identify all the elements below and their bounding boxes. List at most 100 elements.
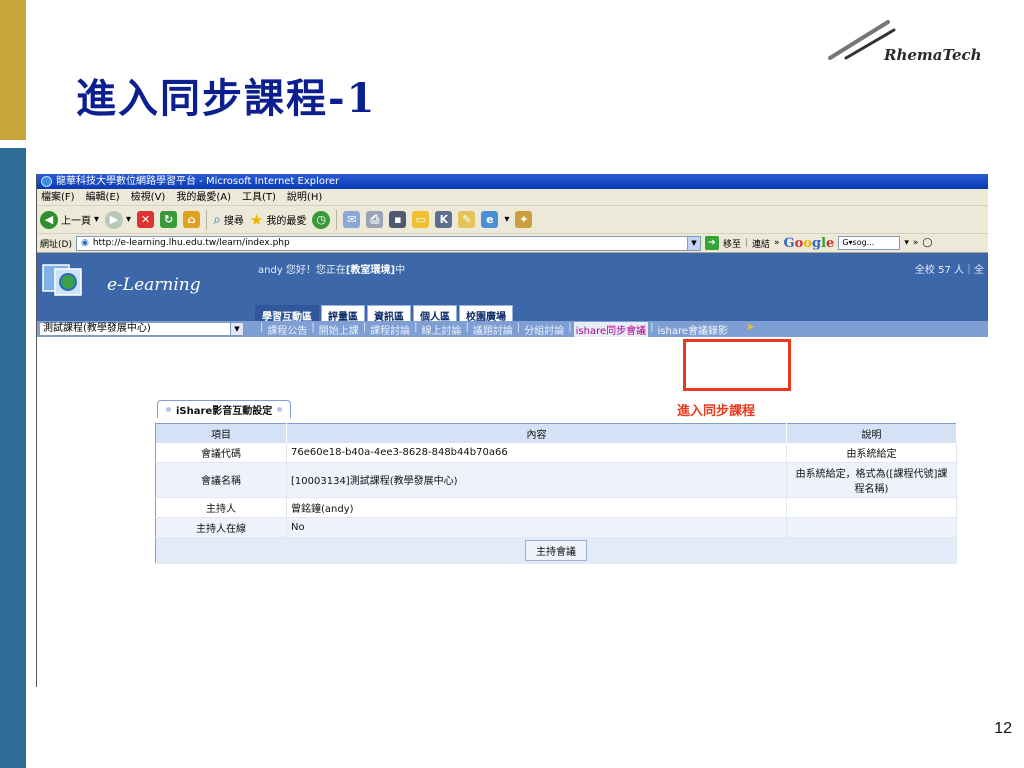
page-number: 12 (994, 720, 1012, 737)
folder-icon[interactable]: ▭ (412, 211, 430, 228)
nav-start-class[interactable]: 開始上課 (317, 322, 361, 337)
dot-icon (166, 407, 171, 412)
site-name: e-Learning (107, 275, 201, 295)
mail-icon[interactable]: ✉ (343, 211, 361, 228)
nav-ishare-sync-meeting[interactable]: ishare同步會議 (573, 321, 649, 337)
row-note: 由系統給定，格式為([課程代號]課程名稱) (786, 462, 957, 498)
table-footer-row: 主持會議 (155, 537, 957, 564)
site-header: e-Learning andy 您好！您正在[教室環境]中 全校 57 人｜全 … (37, 253, 988, 337)
table-row: 主持人 曾銘鐘(andy) (155, 497, 957, 518)
research-icon[interactable]: ✎ (458, 211, 476, 228)
go-arrow-icon[interactable]: ➔ (704, 236, 719, 250)
menu-favorites[interactable]: 我的最愛(A) (176, 189, 231, 205)
stop-icon[interactable]: ✕ (137, 211, 155, 228)
address-label: 網址(D) (40, 239, 72, 250)
forward-button[interactable]: ▶ ▾ (105, 210, 131, 229)
toolbar-separator (336, 209, 338, 230)
menu-view[interactable]: 檢視(V) (131, 189, 166, 205)
panel-tab-label: iShare影音互動設定 (176, 406, 273, 417)
header-content: 內容 (286, 423, 787, 443)
host-button-cell: 主持會議 (155, 537, 957, 564)
page-icon: ◉ (80, 237, 89, 248)
course-subnav: 測試課程(教學發展中心) ▼ | 課程公告 | 開始上課 | 課程討論 | 線上… (37, 321, 988, 337)
slide-accent-bar-top (0, 0, 26, 140)
dot-icon (277, 407, 283, 412)
online-count: 全校 57 人｜全 (914, 265, 984, 276)
row-item: 會議代碼 (155, 442, 287, 463)
print-icon[interactable]: ⎙ (366, 211, 384, 228)
row-item: 主持人 (155, 497, 287, 518)
ie-addon-icon[interactable]: e (481, 211, 499, 228)
chevron-down-icon[interactable]: ▾ (504, 214, 509, 225)
row-content: [10003134]測試課程(教學發展中心) (286, 462, 787, 498)
row-content: No (286, 517, 787, 538)
forward-arrow-icon: ▶ (105, 210, 124, 229)
table-header-row: 項目 內容 說明 (155, 423, 957, 443)
chevron-down-icon: ▼ (230, 323, 243, 335)
chevron-right-icon: » (774, 238, 780, 248)
links-button[interactable]: 連結 (752, 237, 770, 250)
history-icon[interactable]: ◷ (312, 210, 331, 229)
search-icon: ⌕ (213, 211, 221, 228)
back-button[interactable]: ◀ 上一頁 ▾ (40, 210, 100, 229)
highlight-box (683, 339, 791, 391)
table-row: 主持人在線 No (155, 517, 957, 538)
go-button[interactable]: 移至 (723, 237, 741, 250)
logo-text: RhemaTech (884, 46, 982, 64)
search-label: 搜尋 (223, 216, 244, 227)
nav-group-discussion[interactable]: 分組討論 (522, 322, 566, 337)
header-note: 說明 (786, 423, 957, 443)
search-button[interactable]: ⌕ 搜尋 (213, 212, 244, 228)
chevron-down-icon[interactable]: ▾ (904, 238, 909, 248)
greeting-prefix: 您好！您正在 (285, 265, 346, 276)
home-icon[interactable]: ⌂ (183, 211, 201, 228)
menu-file[interactable]: 檔案(F) (41, 189, 75, 205)
row-note (786, 517, 957, 538)
course-select[interactable]: 測試課程(教學發展中心) ▼ (39, 322, 244, 336)
row-item: 會議名稱 (155, 462, 287, 498)
host-meeting-button[interactable]: 主持會議 (525, 539, 587, 561)
url-text: http://e-learning.lhu.edu.tw/learn/index… (92, 237, 290, 248)
table-row: 會議名稱 [10003134]測試課程(教學發展中心) 由系統給定，格式為([課… (155, 462, 957, 498)
greeting-user: andy (258, 265, 283, 276)
menu-edit[interactable]: 編輯(E) (86, 189, 120, 205)
window-titlebar: 龍華科技大學數位網路學習平台 - Microsoft Internet Expl… (37, 174, 988, 189)
favorites-button[interactable]: ★ 我的最愛 (250, 211, 306, 229)
slide-accent-bar-bottom (0, 148, 26, 768)
header-item: 項目 (155, 423, 287, 443)
ishare-settings-table: 項目 內容 說明 會議代碼 76e60e18-b40a-4ee3-8628-84… (155, 423, 957, 564)
nav-online-discussion[interactable]: 線上討論 (420, 322, 464, 337)
radio-icon[interactable]: ◯ (922, 238, 932, 248)
toolbar-separator (206, 209, 208, 230)
refresh-icon[interactable]: ↻ (160, 211, 178, 228)
panel-tab[interactable]: iShare影音互動設定 (157, 400, 292, 418)
arrow-right-icon[interactable]: ➤ (744, 322, 756, 337)
nav-course-discussion[interactable]: 課程討論 (368, 322, 412, 337)
window-title: 龍華科技大學數位網路學習平台 - Microsoft Internet Expl… (56, 176, 340, 187)
browser-window: 龍華科技大學數位網路學習平台 - Microsoft Internet Expl… (36, 174, 988, 687)
nav-course-announcement[interactable]: 課程公告 (265, 322, 309, 337)
edit-icon[interactable]: ▪ (389, 211, 407, 228)
chevron-right-icon: » (912, 238, 919, 248)
internet-explorer-icon (41, 176, 52, 187)
google-search-input[interactable]: G▾sog... (838, 236, 901, 250)
chevron-down-icon[interactable]: ▼ (686, 236, 700, 250)
back-label: 上一頁 (61, 216, 91, 227)
address-bar: 網址(D) ◉ http://e-learning.lhu.edu.tw/lea… (37, 234, 988, 253)
row-content: 曾銘鐘(andy) (286, 497, 787, 518)
star-icon: ★ (249, 210, 264, 229)
nav-topic-discussion[interactable]: 議題討論 (471, 322, 515, 337)
tools-icon[interactable]: ✦ (515, 211, 533, 228)
greeting-suffix: 中 (395, 265, 406, 276)
row-content: 76e60e18-b40a-4ee3-8628-848b44b70a66 (286, 442, 787, 463)
url-input[interactable]: ◉ http://e-learning.lhu.edu.tw/learn/ind… (75, 235, 701, 251)
row-note (786, 497, 957, 518)
chevron-down-icon: ▾ (94, 214, 100, 225)
back-arrow-icon: ◀ (40, 210, 58, 229)
nav-ishare-meeting-recording[interactable]: ishare會議錄影 (656, 322, 731, 337)
menu-help[interactable]: 說明(H) (287, 189, 322, 205)
menu-tools[interactable]: 工具(T) (242, 189, 276, 205)
greeting-text: andy 您好！您正在[教室環境]中 (258, 261, 405, 276)
slide-title: 進入同步課程-1 (76, 75, 377, 122)
messenger-icon[interactable]: K (435, 211, 453, 228)
